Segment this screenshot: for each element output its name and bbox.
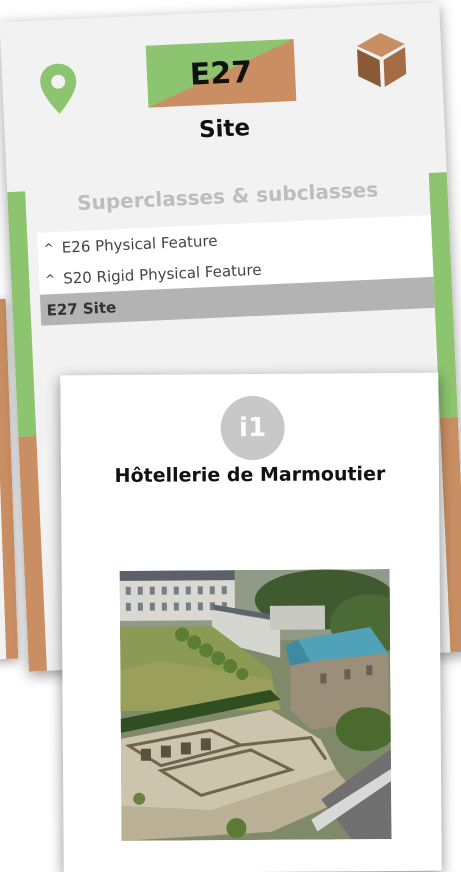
canvas: E27 Site Superclasses & subclasses ^ E26…: [0, 0, 461, 872]
hierarchy-list: ^ E26 Physical Feature ^ S20 Rigid Physi…: [37, 214, 435, 326]
instance-badge: i1: [220, 395, 285, 461]
superclass-label: E26 Physical Feature: [61, 231, 218, 257]
class-card-header: E27 Site: [0, 2, 445, 162]
expand-caret-icon: ^: [44, 271, 56, 286]
expand-caret-icon: ^: [43, 240, 55, 256]
superclass-label: S20 Rigid Physical Feature: [62, 260, 262, 288]
site-photo: [119, 569, 392, 841]
class-code-badge: E27: [145, 38, 297, 108]
map-pin-icon: [37, 61, 79, 117]
current-class-label: E27 Site: [46, 297, 117, 319]
hierarchy-title: Superclasses & subclasses: [76, 177, 379, 215]
instance-card[interactable]: i1 Hôtellerie de Marmoutier: [60, 372, 442, 872]
cube-icon: [354, 30, 409, 90]
instance-name: Hôtellerie de Marmoutier: [114, 463, 386, 487]
class-code: E27: [189, 54, 253, 93]
instance-id: i1: [239, 412, 267, 444]
